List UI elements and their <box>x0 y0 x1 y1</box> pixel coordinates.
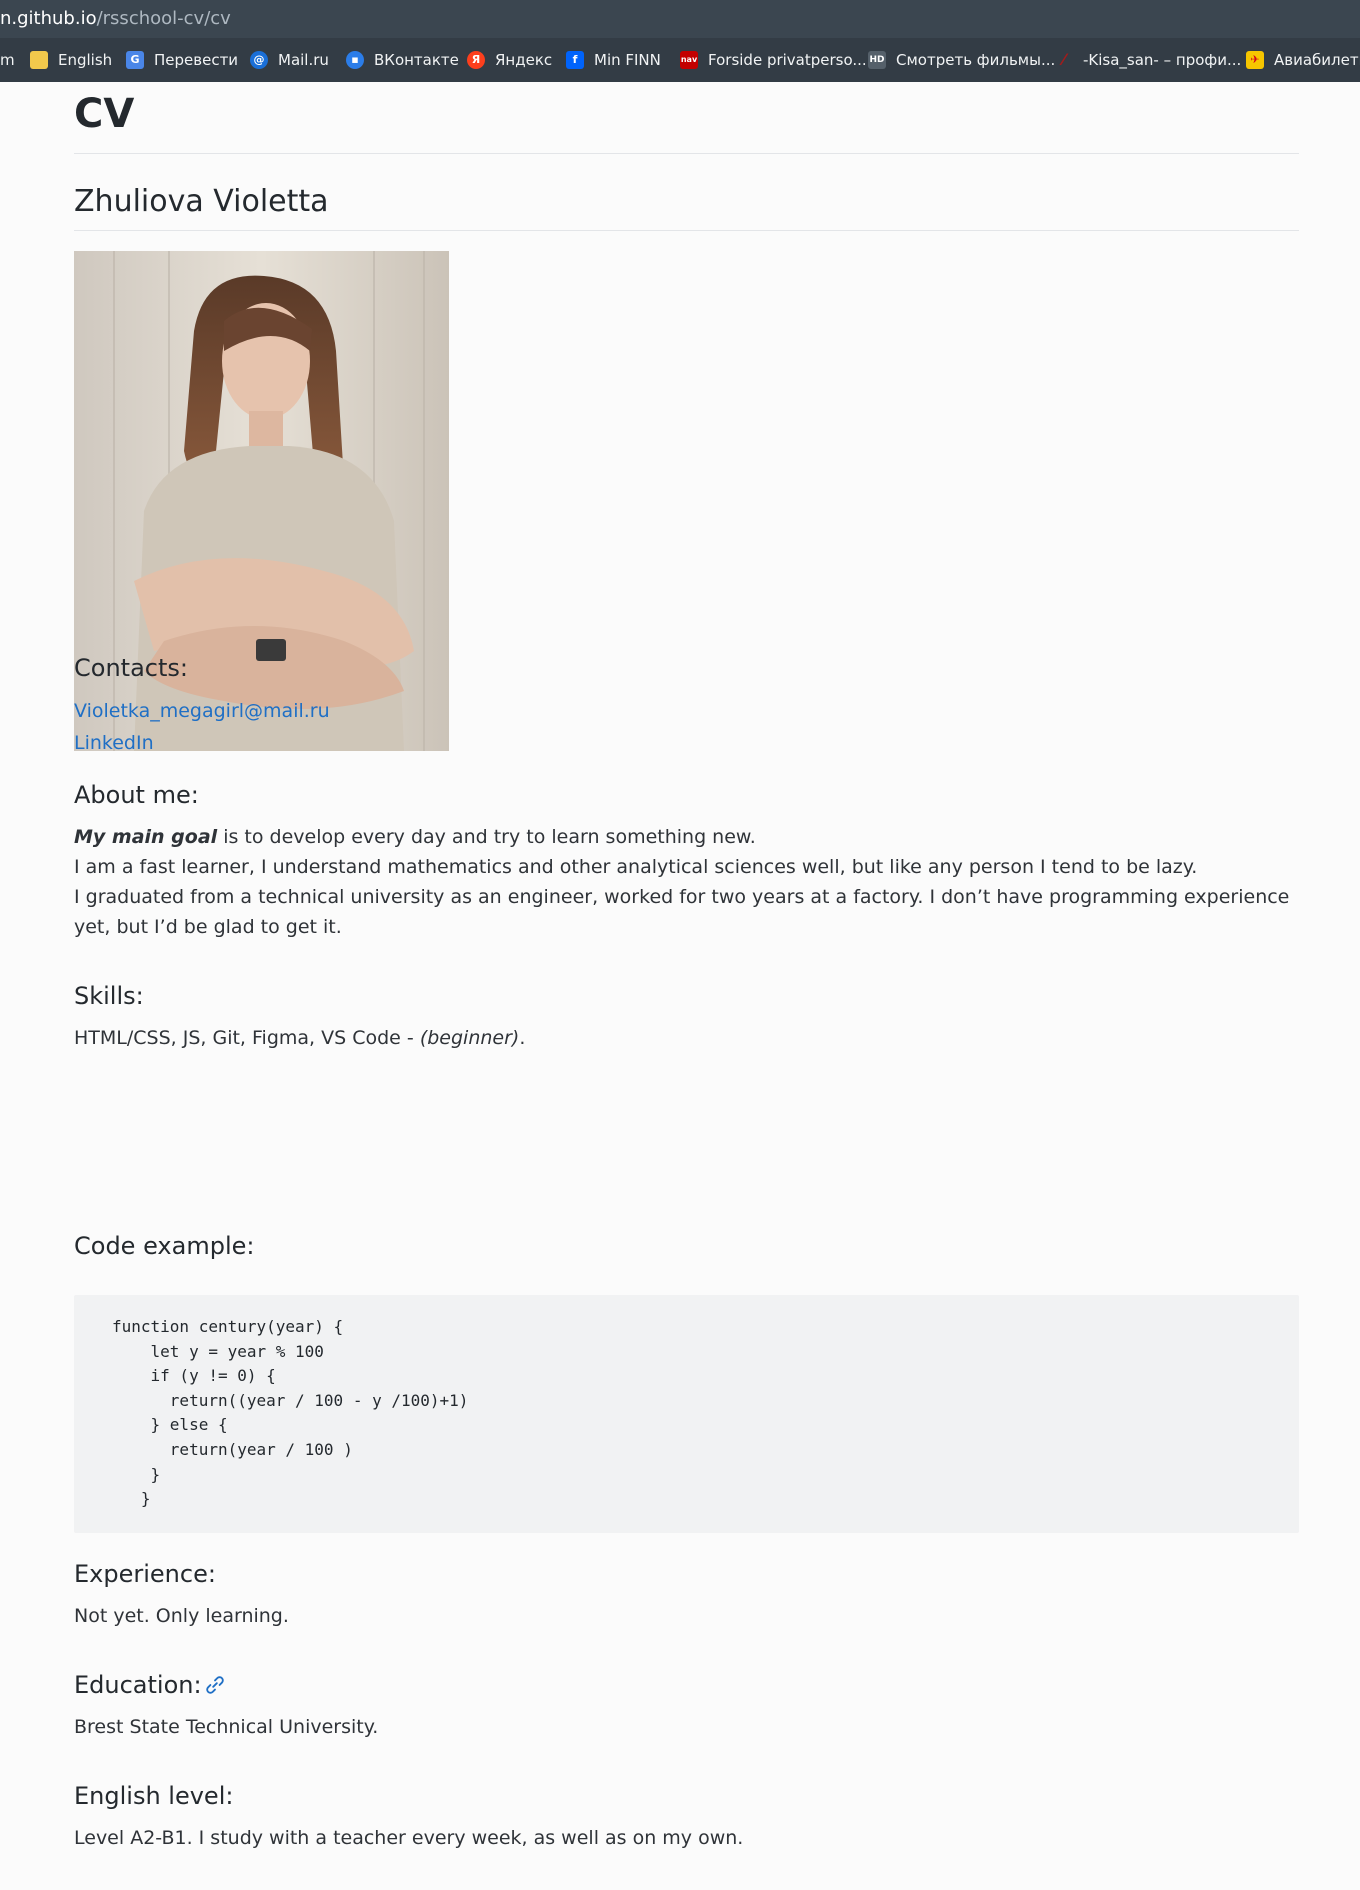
address-bar[interactable]: n.github.io/rsschool-cv/cv <box>0 0 1360 38</box>
about-line-2: I am a fast learner, I understand mathem… <box>74 856 1198 878</box>
link-icon[interactable] <box>204 1674 226 1696</box>
skills-list: HTML/CSS, JS, Git, Figma, VS Code - <box>74 1027 420 1049</box>
linkedin-link[interactable]: LinkedIn <box>74 728 154 758</box>
bookmark-kisa[interactable]: ⁄ -Kisa_san- – профи... <box>1055 38 1242 82</box>
page-title: CV <box>74 91 135 137</box>
bookmark-mailru[interactable]: @ Mail.ru <box>250 38 329 82</box>
bookmark-label: Смотреть фильмы... <box>896 51 1056 69</box>
code-block: function century(year) { let y = year % … <box>74 1295 1299 1533</box>
code-snippet: function century(year) { let y = year % … <box>112 1317 469 1509</box>
education-heading: Education: <box>74 1671 202 1699</box>
tickets-icon: ✈ <box>1246 51 1264 69</box>
email-link[interactable]: Violetka_megagirl@mail.ru <box>74 696 330 726</box>
bookmark-label: -Kisa_san- – профи... <box>1083 51 1242 69</box>
finn-icon: f <box>566 51 584 69</box>
experience-text: Not yet. Only learning. <box>74 1605 289 1627</box>
nav-icon: nav <box>680 51 698 69</box>
feather-icon: ⁄ <box>1062 50 1066 69</box>
bookmark-label: Forside privatperso... <box>708 51 867 69</box>
skills-level: (beginner) <box>419 1027 520 1049</box>
english-text: Level A2-B1. I study with a teacher ever… <box>74 1827 744 1849</box>
experience-heading: Experience: <box>74 1560 216 1588</box>
yandex-icon: Я <box>467 51 485 69</box>
bookmark-films[interactable]: HD Смотреть фильмы... <box>868 38 1055 82</box>
bookmark-nav[interactable]: nav Forside privatperso... <box>680 38 867 82</box>
skills-text: HTML/CSS, JS, Git, Figma, VS Code - (beg… <box>74 1023 525 1053</box>
bookmark-vk[interactable]: ▪ ВКонтакте <box>346 38 459 82</box>
mailru-icon: @ <box>250 51 268 69</box>
bookmark-translate[interactable]: G Перевести <box>126 38 238 82</box>
bookmark-label: Mail.ru <box>278 51 329 69</box>
about-line-3: I graduated from a technical university … <box>74 886 1290 938</box>
url-host: n.github.io <box>0 8 97 29</box>
bookmark-label: Яндекс <box>495 51 553 69</box>
bookmark-english[interactable]: English <box>30 38 112 82</box>
bookmark-label: ВКонтакте <box>374 51 459 69</box>
goal-text: is to develop every day and try to learn… <box>217 826 756 848</box>
folder-icon <box>30 51 48 69</box>
education-text: Brest State Technical University. <box>74 1716 379 1738</box>
hd-icon: HD <box>868 51 886 69</box>
bookmark-yandex[interactable]: Я Яндекс <box>467 38 552 82</box>
url-path: /rsschool-cv/cv <box>96 8 231 29</box>
skills-end: . <box>519 1027 526 1049</box>
chat-icon: ▪ <box>346 51 364 69</box>
english-heading: English level: <box>74 1782 234 1810</box>
about-heading: About me: <box>74 781 199 809</box>
bookmark-label: Min FINN <box>594 51 661 69</box>
bookmark-finn[interactable]: f Min FINN <box>566 38 661 82</box>
person-name: Zhuliova Violetta <box>74 184 329 219</box>
education-heading-row: Education: <box>74 1671 274 1703</box>
bookmark-label: m <box>0 51 15 69</box>
bookmark-label: Авиабилеты <box>1274 51 1360 69</box>
url-text[interactable]: n.github.io/rsschool-cv/cv <box>0 0 231 38</box>
contacts-heading: Contacts: <box>74 654 188 682</box>
skills-heading: Skills: <box>74 982 144 1010</box>
bookmark-tickets[interactable]: ✈ Авиабилеты <box>1246 38 1360 82</box>
goal-label: My main goal <box>74 826 218 848</box>
bookmark-label: Перевести <box>154 51 239 69</box>
name-divider <box>74 230 1299 231</box>
about-goal: My main goal is to develop every day and… <box>74 822 1299 852</box>
translate-icon: G <box>126 51 144 69</box>
title-divider <box>74 153 1299 154</box>
bookmark-label: English <box>58 51 113 69</box>
code-heading: Code example: <box>74 1232 255 1260</box>
bookmarks-bar: m English G Перевести @ Mail.ru ▪ ВКонта… <box>0 38 1360 82</box>
bookmark-item[interactable]: m <box>0 38 15 82</box>
